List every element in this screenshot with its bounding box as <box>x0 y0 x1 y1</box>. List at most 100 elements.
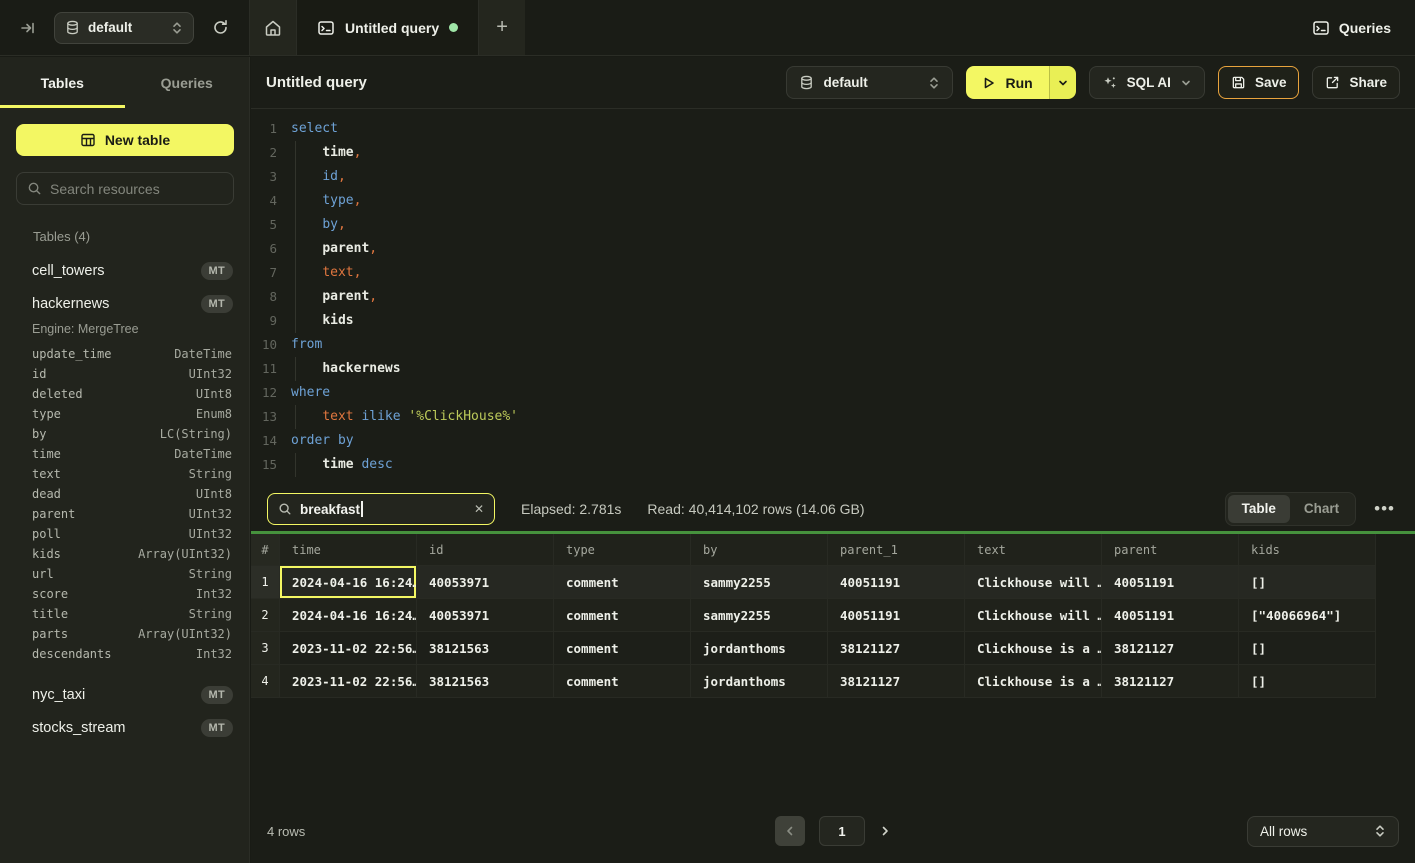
cell-parent[interactable]: 38121127 <box>1102 632 1239 665</box>
cell-id[interactable]: 38121563 <box>417 632 554 665</box>
cell-parent_1[interactable]: 38121127 <box>828 665 965 698</box>
cell-text[interactable]: Clickhouse will … <box>965 566 1102 599</box>
next-page-button[interactable] <box>879 825 891 837</box>
cell-by[interactable]: sammy2255 <box>691 599 828 632</box>
run-button-label: Run <box>1005 75 1032 91</box>
new-table-button[interactable]: New table <box>16 124 234 156</box>
column-header-rownum[interactable]: # <box>251 534 280 566</box>
editor-line: 5 by, <box>251 213 1415 237</box>
tab-untitled-query[interactable]: Untitled query <box>297 0 479 55</box>
cell-type[interactable]: comment <box>554 566 691 599</box>
token <box>291 289 322 304</box>
new-tab-button[interactable]: + <box>479 0 525 55</box>
column-row: byLC(String) <box>0 424 249 444</box>
column-type: Array(UInt32) <box>138 627 232 641</box>
refresh-icon[interactable] <box>208 15 233 40</box>
cell-time[interactable]: 2024-04-16 16:24… <box>280 566 417 599</box>
results-search-input[interactable]: breakfast ✕ <box>267 493 495 525</box>
cell-kids[interactable]: [] <box>1239 665 1376 698</box>
token: desc <box>361 457 392 472</box>
pin-sidebar-icon[interactable] <box>16 16 40 40</box>
run-button[interactable]: Run <box>966 66 1048 99</box>
cell-text[interactable]: Clickhouse is a … <box>965 632 1102 665</box>
column-header-text[interactable]: text <box>965 534 1102 566</box>
cell-text[interactable]: Clickhouse is a … <box>965 665 1102 698</box>
column-header-time[interactable]: time <box>280 534 417 566</box>
share-button[interactable]: Share <box>1312 66 1400 99</box>
row-number[interactable]: 1 <box>251 566 280 599</box>
cell-type[interactable]: comment <box>554 665 691 698</box>
cell-parent[interactable]: 40051191 <box>1102 599 1239 632</box>
cell-time[interactable]: 2023-11-02 22:56… <box>280 632 417 665</box>
current-page-indicator[interactable]: 1 <box>819 816 865 846</box>
column-name: poll <box>32 527 189 541</box>
view-toggle-chart[interactable]: Chart <box>1290 495 1353 523</box>
row-number[interactable]: 3 <box>251 632 280 665</box>
column-header-type[interactable]: type <box>554 534 691 566</box>
token <box>291 265 322 280</box>
column-name: parts <box>32 627 138 641</box>
sidebar-tab-queries[interactable]: Queries <box>125 57 250 108</box>
cell-parent_1[interactable]: 40051191 <box>828 599 965 632</box>
cell-type[interactable]: comment <box>554 632 691 665</box>
column-header-kids[interactable]: kids <box>1239 534 1376 566</box>
queries-button[interactable]: Queries <box>1312 19 1391 37</box>
row-number[interactable]: 4 <box>251 665 280 698</box>
topbar-database-selector[interactable]: default <box>54 12 194 44</box>
cell-time[interactable]: 2024-04-16 16:24… <box>280 599 417 632</box>
token: parent <box>322 241 369 256</box>
sidebar-tab-tables[interactable]: Tables <box>0 57 125 108</box>
column-header-by[interactable]: by <box>691 534 828 566</box>
cell-parent[interactable]: 40051191 <box>1102 566 1239 599</box>
sql-editor[interactable]: 1select2 time,3 id,4 type,5 by,6 parent,… <box>251 109 1415 487</box>
save-button[interactable]: Save <box>1218 66 1300 99</box>
cell-parent_1[interactable]: 40051191 <box>828 566 965 599</box>
ellipsis-menu-icon[interactable]: ••• <box>1370 499 1399 519</box>
cell-id[interactable]: 38121563 <box>417 665 554 698</box>
cell-type[interactable]: comment <box>554 599 691 632</box>
query-database-selector[interactable]: default <box>786 66 953 99</box>
cell-kids[interactable]: ["40066964"] <box>1239 599 1376 632</box>
chevron-down-icon <box>1057 77 1069 89</box>
column-row: descendantsInt32 <box>0 644 249 664</box>
column-header-parent_1[interactable]: parent_1 <box>828 534 965 566</box>
cell-id[interactable]: 40053971 <box>417 566 554 599</box>
cell-by[interactable]: jordanthoms <box>691 665 828 698</box>
cell-parent_1[interactable]: 38121127 <box>828 632 965 665</box>
elapsed-stat: Elapsed: 2.781s <box>521 501 621 517</box>
results-toolbar: breakfast ✕ Elapsed: 2.781s Read: 40,414… <box>251 487 1415 531</box>
view-toggle-table[interactable]: Table <box>1228 495 1290 523</box>
table-list-item-nyc_taxi[interactable]: nyc_taxiMT <box>0 678 249 711</box>
column-row: timeDateTime <box>0 444 249 464</box>
cell-by[interactable]: sammy2255 <box>691 566 828 599</box>
cell-id[interactable]: 40053971 <box>417 599 554 632</box>
tables-list: cell_towersMThackernewsMTEngine: MergeTr… <box>0 254 249 744</box>
engine-badge: MT <box>201 686 233 704</box>
row-number[interactable]: 2 <box>251 599 280 632</box>
cell-kids[interactable]: [] <box>1239 632 1376 665</box>
home-tab[interactable] <box>250 0 297 55</box>
cell-text[interactable]: Clickhouse will … <box>965 599 1102 632</box>
column-type: Int32 <box>196 587 232 601</box>
cell-parent[interactable]: 38121127 <box>1102 665 1239 698</box>
table-list-item-stocks_stream[interactable]: stocks_streamMT <box>0 711 249 744</box>
cell-by[interactable]: jordanthoms <box>691 632 828 665</box>
sql-ai-button[interactable]: SQL AI <box>1089 66 1205 99</box>
line-code: from <box>291 333 1415 357</box>
column-header-parent[interactable]: parent <box>1102 534 1239 566</box>
table-row: 42023-11-02 22:56…38121563commentjordant… <box>251 665 1415 698</box>
cell-kids[interactable]: [] <box>1239 566 1376 599</box>
cell-time[interactable]: 2023-11-02 22:56… <box>280 665 417 698</box>
sidebar-search-input[interactable]: Search resources <box>16 172 234 205</box>
column-name: deleted <box>32 387 196 401</box>
sidebar-search-placeholder: Search resources <box>50 181 160 197</box>
terminal-icon <box>1312 19 1330 37</box>
clear-search-icon[interactable]: ✕ <box>474 502 484 516</box>
token <box>291 193 322 208</box>
table-list-item-cell_towers[interactable]: cell_towersMT <box>0 254 249 287</box>
previous-page-button[interactable] <box>775 816 805 846</box>
table-list-item-hackernews[interactable]: hackernewsMT <box>0 287 249 320</box>
page-size-selector[interactable]: All rows <box>1247 816 1399 847</box>
run-options-dropdown[interactable] <box>1049 66 1076 99</box>
column-header-id[interactable]: id <box>417 534 554 566</box>
